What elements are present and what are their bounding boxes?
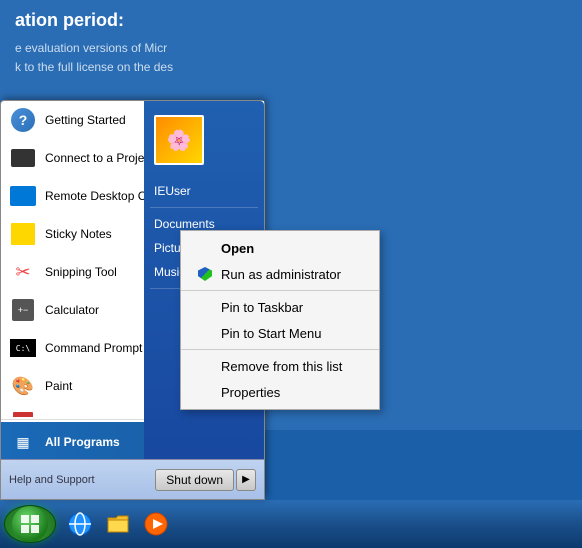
ctx-remove-icon xyxy=(197,358,213,374)
taskbar xyxy=(0,500,582,548)
right-menu-user: IEUser xyxy=(144,179,264,203)
getting-started-label: Getting Started xyxy=(45,113,126,127)
ctx-pin-start-icon xyxy=(197,325,213,341)
ctx-sep1 xyxy=(181,290,379,291)
ctx-pin-taskbar-icon xyxy=(197,299,213,315)
context-menu: Open Run as administrator Pin to Taskbar… xyxy=(180,230,380,410)
ctx-pin-start[interactable]: Pin to Start Menu xyxy=(181,320,379,346)
ctx-open-icon xyxy=(197,240,213,256)
ctx-run-admin[interactable]: Run as administrator xyxy=(181,261,379,287)
ctx-remove-label: Remove from this list xyxy=(221,359,342,374)
ctx-remove-list[interactable]: Remove from this list xyxy=(181,353,379,379)
shutdown-area: Help and Support Shut down ▶ xyxy=(1,459,264,499)
ctx-pin-taskbar-label: Pin to Taskbar xyxy=(221,300,303,315)
folder-taskbar-icon[interactable] xyxy=(102,508,134,540)
all-programs-label: All Programs xyxy=(45,435,120,449)
shutdown-button[interactable]: Shut down xyxy=(155,469,234,491)
ctx-pin-start-label: Pin to Start Menu xyxy=(221,326,321,341)
sticky-notes-label: Sticky Notes xyxy=(45,227,112,241)
paint-label: Paint xyxy=(45,379,72,393)
ie-taskbar-icon[interactable] xyxy=(64,508,96,540)
snipping-tool-label: Snipping Tool xyxy=(45,265,117,279)
media-taskbar-icon[interactable] xyxy=(140,508,172,540)
start-button[interactable] xyxy=(4,505,56,543)
sticky-notes-icon xyxy=(9,220,37,248)
start-orb xyxy=(12,506,48,542)
getting-started-icon: ? xyxy=(9,106,37,134)
ctx-properties[interactable]: Properties xyxy=(181,379,379,405)
command-prompt-icon: C:\ xyxy=(9,334,37,362)
calculator-label: Calculator xyxy=(45,303,99,317)
remote-desktop-icon xyxy=(9,182,37,210)
taskbar-icons xyxy=(64,508,172,540)
ctx-open-label: Open xyxy=(221,241,254,256)
shutdown-arrow-button[interactable]: ▶ xyxy=(236,469,256,491)
snipping-tool-icon: ✂ xyxy=(9,258,37,286)
right-menu-sep1 xyxy=(150,207,258,208)
paint-icon: 🎨 xyxy=(9,372,37,400)
ctx-pin-taskbar[interactable]: Pin to Taskbar xyxy=(181,294,379,320)
ctx-shield-icon xyxy=(197,266,213,282)
command-prompt-label: Command Prompt xyxy=(45,341,142,355)
bg-title: ation period: xyxy=(15,10,567,31)
ctx-properties-icon xyxy=(197,384,213,400)
connect-projector-icon xyxy=(9,144,37,172)
all-programs-icon: ▦ xyxy=(9,428,37,456)
user-avatar-area: 🌸 xyxy=(144,109,264,171)
xps-viewer-icon: X xyxy=(9,410,37,417)
calculator-icon: +− xyxy=(9,296,37,324)
user-avatar: 🌸 xyxy=(154,115,204,165)
ctx-properties-label: Properties xyxy=(221,385,280,400)
windows-logo-icon xyxy=(20,514,40,534)
ctx-open[interactable]: Open xyxy=(181,235,379,261)
ctx-run-admin-label: Run as administrator xyxy=(221,267,341,282)
help-support-label[interactable]: Help and Support xyxy=(9,474,155,486)
ctx-sep2 xyxy=(181,349,379,350)
shutdown-label: Shut down xyxy=(166,473,223,487)
